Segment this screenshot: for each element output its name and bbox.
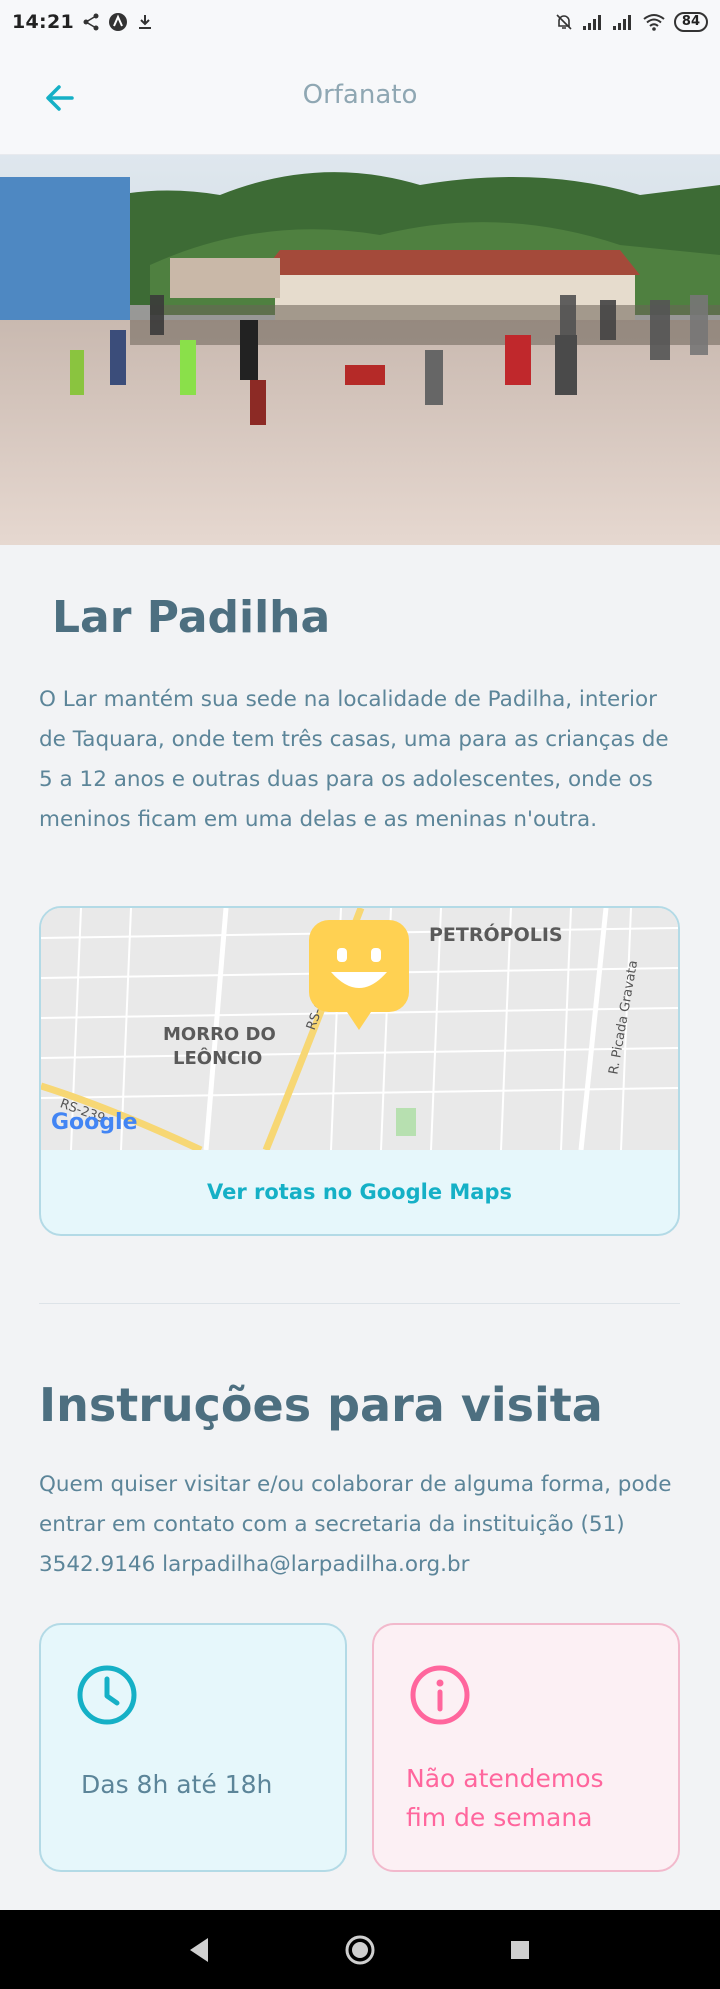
signal-icon — [582, 15, 601, 30]
map-card: PETRÓPOLIS MORRO DO LEÔNCIO RS-0 RS-239 … — [39, 906, 680, 1236]
app-icon — [108, 13, 127, 31]
system-nav-bar — [0, 1910, 720, 1989]
signal-icon — [612, 15, 631, 30]
wifi-icon — [643, 14, 665, 31]
opening-hours-text: Das 8h até 18h — [81, 1770, 273, 1799]
status-bar: 14:21 84 — [0, 0, 720, 44]
map-label-morro: MORRO DO — [163, 1024, 276, 1045]
download-icon — [138, 15, 151, 29]
section-divider — [39, 1303, 680, 1304]
orphanage-photo — [0, 155, 720, 545]
page-title: Orfanato — [302, 80, 418, 110]
visit-instructions-title: Instruções para visita — [39, 1378, 603, 1432]
google-logo: Google — [51, 1110, 138, 1135]
orphanage-about: O Lar mantém sua sede na localidade de P… — [39, 687, 669, 832]
map-label-petropolis: PETRÓPOLIS — [429, 924, 563, 946]
map-view[interactable]: PETRÓPOLIS MORRO DO LEÔNCIO RS-0 RS-239 … — [41, 908, 678, 1150]
app-bar: Orfanato — [0, 44, 720, 155]
weekend-info-text: Não atendemos fim de semana — [406, 1764, 604, 1832]
map-label-leoncio: LEÔNCIO — [173, 1048, 263, 1069]
map-marker-icon[interactable] — [309, 920, 409, 1032]
mute-icon — [556, 14, 572, 30]
info-icon — [410, 1665, 470, 1725]
nav-home-icon[interactable] — [340, 1930, 380, 1970]
status-time: 14:21 — [12, 11, 74, 33]
opening-hours-card: Das 8h até 18h — [39, 1623, 347, 1872]
share-icon — [83, 13, 99, 31]
battery-icon: 84 — [673, 12, 708, 32]
orphanage-name: Lar Padilha — [52, 592, 331, 643]
clock-icon — [77, 1665, 137, 1725]
visit-instructions-text: Quem quiser visitar e/ou colaborar de al… — [39, 1472, 672, 1577]
nav-recents-icon[interactable] — [500, 1930, 540, 1970]
google-maps-route-link[interactable]: Ver rotas no Google Maps — [41, 1150, 678, 1234]
weekend-info-card: Não atendemos fim de semana — [372, 1623, 680, 1872]
nav-back-icon[interactable] — [180, 1930, 220, 1970]
